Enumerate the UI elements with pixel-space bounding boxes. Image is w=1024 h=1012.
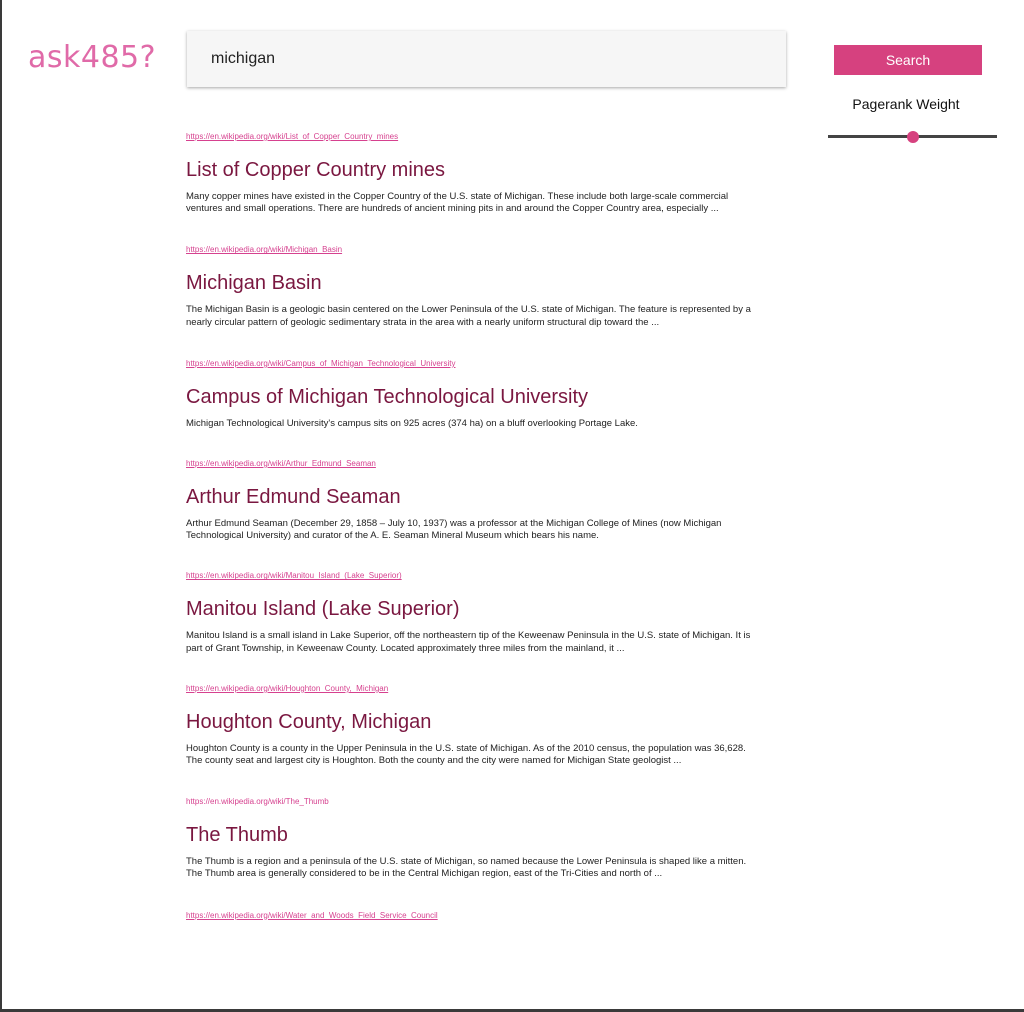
slider-thumb[interactable]	[906, 131, 919, 143]
result-title: Houghton County, Michigan	[186, 710, 432, 733]
result-url-link[interactable]: https://en.wikipedia.org/wiki/Michigan_B…	[186, 244, 761, 256]
result-url-link[interactable]: https://en.wikipedia.org/wiki/Arthur_Edm…	[186, 458, 761, 470]
result-item: https://en.wikipedia.org/wiki/Arthur_Edm…	[186, 458, 761, 542]
result-item: https://en.wikipedia.org/wiki/Manitou_Is…	[186, 570, 761, 654]
result-summary: The Michigan Basin is a geologic basin c…	[186, 304, 751, 328]
search-box	[187, 31, 786, 87]
result-summary: Many copper mines have existed in the Co…	[186, 191, 729, 215]
result-summary: Michigan Technological University's camp…	[186, 417, 638, 429]
result-url-link[interactable]: https://en.wikipedia.org/wiki/Houghton_C…	[186, 683, 761, 695]
site-logo[interactable]: ask485?	[28, 40, 156, 75]
result-title: Manitou Island (Lake Superior)	[186, 598, 460, 621]
pagerank-weight-slider[interactable]	[828, 129, 997, 145]
result-url-link[interactable]: https://en.wikipedia.org/wiki/List_of_Co…	[186, 131, 761, 143]
result-item: https://en.wikipedia.org/wiki/Houghton_C…	[186, 683, 761, 767]
window-border-left	[0, 0, 2, 1012]
result-title: Arthur Edmund Seaman	[186, 486, 401, 509]
result-item: https://en.wikipedia.org/wiki/Campus_of_…	[186, 358, 761, 430]
result-summary: The Thumb is a region and a peninsula of…	[186, 856, 747, 880]
search-input[interactable]	[187, 31, 786, 87]
result-url-link[interactable]: https://en.wikipedia.org/wiki/Campus_of_…	[186, 358, 761, 370]
result-item: https://en.wikipedia.org/wiki/Michigan_B…	[186, 244, 761, 328]
result-url-link[interactable]: https://en.wikipedia.org/wiki/Water_and_…	[186, 910, 761, 922]
result-item: https://en.wikipedia.org/wiki/The_Thumb …	[186, 796, 761, 880]
result-summary: Manitou Island is a small island in Lake…	[186, 630, 751, 654]
result-title: The Thumb	[186, 824, 288, 847]
result-url-link[interactable]: https://en.wikipedia.org/wiki/The_Thumb	[186, 796, 761, 808]
results-list: https://en.wikipedia.org/wiki/List_of_Co…	[186, 131, 761, 922]
search-button[interactable]: Search	[834, 45, 982, 75]
pagerank-weight-label: Pagerank Weight	[852, 96, 960, 112]
result-summary: Arthur Edmund Seaman (December 29, 1858 …	[186, 518, 722, 542]
result-title: Michigan Basin	[186, 272, 322, 295]
result-summary: Houghton County is a county in the Upper…	[186, 742, 746, 767]
result-item: https://en.wikipedia.org/wiki/Water_and_…	[186, 910, 761, 922]
result-title: List of Copper Country mines	[186, 159, 446, 181]
result-url-link[interactable]: https://en.wikipedia.org/wiki/Manitou_Is…	[186, 570, 761, 582]
result-item: https://en.wikipedia.org/wiki/List_of_Co…	[186, 131, 761, 215]
result-title: Campus of Michigan Technological Univers…	[186, 385, 589, 408]
